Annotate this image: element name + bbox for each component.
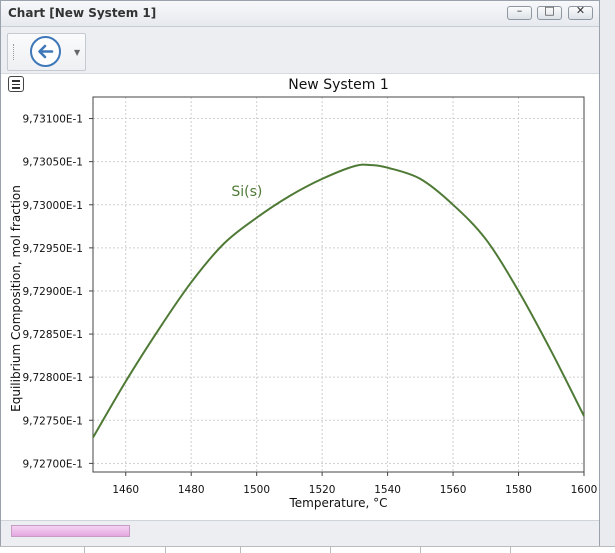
close-button[interactable]: ✕ bbox=[568, 4, 593, 20]
x-tick-label: 1560 bbox=[440, 484, 467, 496]
series-layer: Si(s) bbox=[92, 163, 585, 439]
chevron-down-icon[interactable]: ▼ bbox=[74, 48, 80, 57]
y-tick-label: 9,72900E-1 bbox=[22, 286, 83, 298]
chart-window: Chart [New System 1] – □ ✕ ▼ 1460 1480 1… bbox=[0, 0, 600, 546]
maximize-button[interactable]: □ bbox=[537, 4, 562, 20]
window-title: Chart [New System 1] bbox=[8, 6, 157, 20]
x-tick-label: 1600 bbox=[571, 484, 598, 496]
maximize-icon: □ bbox=[544, 4, 555, 17]
navigation-group: ▼ bbox=[7, 33, 86, 71]
axis-ticks: 1460 1480 1500 1520 1540 1560 1580 1600 9,72700E… bbox=[22, 114, 597, 496]
x-tick-label: 1520 bbox=[309, 484, 336, 496]
close-icon: ✕ bbox=[575, 4, 586, 17]
grid-lines bbox=[93, 97, 584, 472]
chart-area: 1460 1480 1500 1520 1540 1560 1580 1600 9,72700E… bbox=[1, 74, 599, 520]
x-tick-label: 1480 bbox=[178, 484, 205, 496]
toolbar-grip[interactable] bbox=[13, 44, 15, 60]
status-bar bbox=[1, 520, 599, 546]
y-tick-label: 9,73100E-1 bbox=[22, 114, 83, 126]
window-edge bbox=[600, 0, 615, 546]
y-tick-label: 9,72750E-1 bbox=[22, 415, 83, 427]
y-tick-label: 9,73000E-1 bbox=[22, 200, 83, 212]
x-tick-label: 1500 bbox=[243, 484, 270, 496]
x-tick-label: 1540 bbox=[374, 484, 401, 496]
progress-bar bbox=[11, 525, 130, 537]
y-tick-label: 9,72850E-1 bbox=[22, 329, 83, 341]
y-tick-label: 9,73050E-1 bbox=[22, 157, 83, 169]
x-axis-label: Temperature, °C bbox=[288, 496, 387, 510]
series-line-si-s bbox=[92, 163, 585, 439]
series-label-si-s: Si(s) bbox=[231, 184, 262, 200]
x-tick-label: 1580 bbox=[505, 484, 532, 496]
hamburger-menu-icon[interactable] bbox=[8, 76, 24, 92]
back-button[interactable] bbox=[30, 36, 61, 67]
title-bar[interactable]: Chart [New System 1] – □ ✕ bbox=[1, 1, 599, 27]
plot-frame bbox=[92, 96, 585, 473]
y-tick-label: 9,72950E-1 bbox=[22, 243, 83, 255]
y-tick-label: 9,72700E-1 bbox=[22, 458, 83, 470]
chart-title: New System 1 bbox=[288, 77, 389, 93]
minimize-button[interactable]: – bbox=[507, 4, 532, 20]
arrow-left-circle-icon bbox=[38, 44, 54, 59]
toolbar: ▼ bbox=[1, 27, 599, 74]
chart-svg: 1460 1480 1500 1520 1540 1560 1580 1600 9,72700E… bbox=[9, 77, 597, 510]
y-tick-label: 9,72800E-1 bbox=[22, 372, 83, 384]
minimize-icon: – bbox=[516, 4, 523, 17]
x-tick-label: 1460 bbox=[112, 484, 139, 496]
y-axis-label: Equilibrium Composition, mol fraction bbox=[9, 185, 23, 412]
